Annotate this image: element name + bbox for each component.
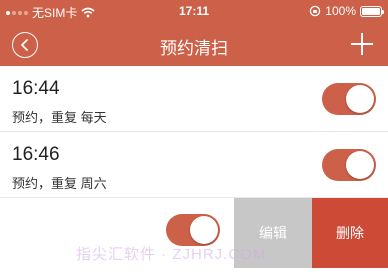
- nav-bar: 预约清扫: [0, 22, 388, 66]
- back-button[interactable]: [12, 32, 38, 58]
- schedule-time: 16:46: [12, 144, 60, 165]
- schedule-row[interactable]: 16:44 预约，重复 每天: [0, 66, 388, 132]
- toggle-knob: [346, 151, 374, 179]
- chevron-left-icon: [21, 39, 28, 51]
- battery-percent: 100%: [325, 4, 356, 18]
- edit-button[interactable]: 编辑: [234, 198, 312, 268]
- schedule-toggle[interactable]: [322, 149, 376, 181]
- schedule-time: 16:44: [12, 78, 60, 99]
- delete-button[interactable]: 删除: [312, 198, 388, 268]
- schedule-row-swiped[interactable]: 编辑 删除: [0, 198, 388, 268]
- app-header: 无SIM卡 17:11 100% 预约清扫: [0, 0, 388, 66]
- schedule-row[interactable]: 16:46 预约，重复 周六: [0, 132, 388, 198]
- status-bar: 无SIM卡 17:11 100%: [0, 0, 388, 22]
- schedule-list: 16:44 预约，重复 每天 16:46 预约，重复 周六 编辑 删除: [0, 66, 388, 268]
- status-right: 100%: [309, 4, 384, 18]
- schedule-description: 预约，重复 周六: [12, 176, 107, 191]
- toggle-knob: [190, 216, 218, 244]
- schedule-description: 预约，重复 每天: [12, 110, 107, 125]
- orientation-lock-icon: [310, 5, 321, 17]
- page-title: 预约清扫: [160, 39, 228, 58]
- add-schedule-button[interactable]: [348, 30, 376, 58]
- schedule-toggle[interactable]: [322, 83, 376, 115]
- schedule-toggle[interactable]: [166, 214, 220, 246]
- toggle-knob: [346, 85, 374, 113]
- battery-icon: [360, 5, 384, 17]
